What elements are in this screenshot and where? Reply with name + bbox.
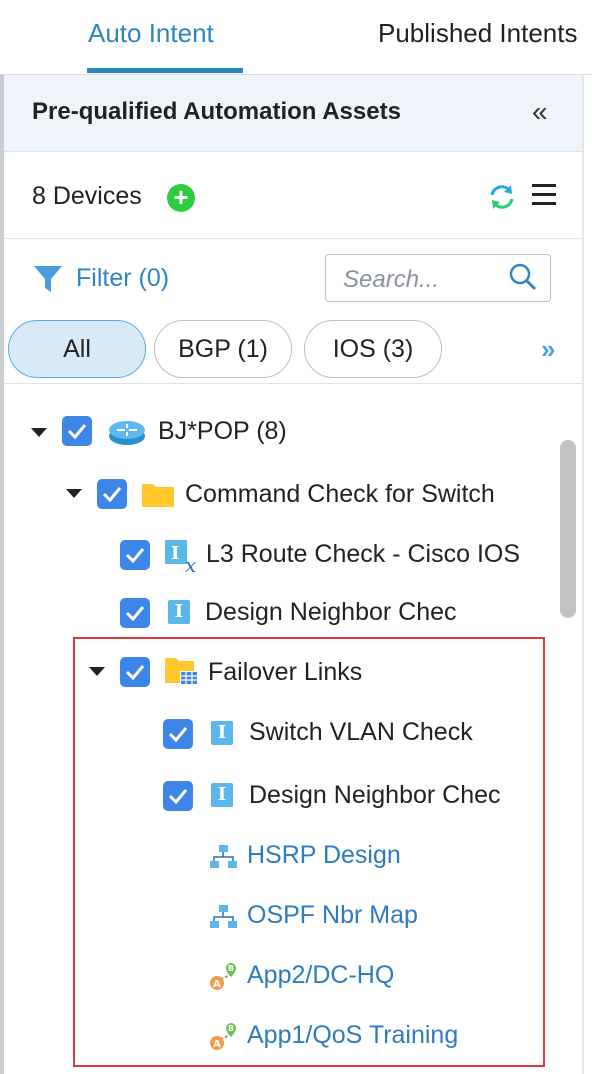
router-icon [107, 417, 147, 452]
tree-link[interactable]: App1/QoS Training [247, 1021, 458, 1050]
item-checkbox[interactable] [163, 781, 193, 811]
intent-x-icon: Ix [165, 538, 203, 579]
group-checkbox[interactable] [120, 657, 150, 687]
group-checkbox[interactable] [97, 479, 127, 509]
search-icon[interactable] [508, 262, 538, 297]
devices-count: 8 Devices [32, 182, 142, 210]
tab-published-intents[interactable]: Published Intents [378, 18, 577, 49]
tree-group-label[interactable]: Command Check for Switch [185, 480, 495, 509]
window-edge [0, 0, 4, 1074]
panel-title: Pre-qualified Automation Assets [32, 98, 401, 125]
collapse-panel-button[interactable]: « [532, 96, 548, 128]
svg-text:x: x [185, 553, 196, 574]
filter-link[interactable]: Filter (0) [76, 264, 169, 293]
tree-item-label[interactable]: L3 Route Check - Cisco IOS [206, 540, 520, 569]
item-checkbox[interactable] [120, 598, 150, 628]
folder-table-icon [164, 656, 200, 693]
topology-icon [208, 903, 238, 936]
panel-right-divider [582, 74, 584, 1074]
folder-icon [141, 480, 174, 507]
path-icon: AB [208, 961, 240, 996]
devices-divider [4, 238, 582, 239]
intent-icon: I [211, 721, 233, 745]
expand-arrow-icon[interactable] [89, 667, 105, 676]
pill-ios[interactable]: IOS (3) [304, 320, 442, 378]
tree-item-label[interactable]: Switch VLAN Check [249, 718, 473, 747]
path-icon: AB [208, 1021, 240, 1056]
tree-item-label[interactable]: Design Neighbor Chec [249, 781, 501, 810]
pills-divider [4, 383, 582, 384]
pill-bgp[interactable]: BGP (1) [154, 320, 292, 378]
root-checkbox[interactable] [62, 416, 92, 446]
svg-text:A: A [213, 979, 221, 990]
header-divider [4, 151, 582, 152]
svg-text:B: B [228, 964, 234, 973]
menu-icon[interactable] [532, 184, 556, 211]
refresh-icon[interactable] [487, 182, 517, 219]
item-checkbox[interactable] [120, 540, 150, 570]
more-pills-icon[interactable]: » [541, 334, 555, 365]
add-device-button[interactable]: + [167, 184, 195, 212]
expand-arrow-icon[interactable] [66, 489, 82, 498]
intent-icon: I [168, 600, 190, 624]
active-tab-indicator [87, 68, 243, 73]
svg-text:B: B [228, 1024, 234, 1033]
tab-auto-intent[interactable]: Auto Intent [88, 18, 214, 49]
search-placeholder: Search... [343, 266, 440, 293]
tree-link[interactable]: OSPF Nbr Map [247, 901, 418, 930]
svg-text:A: A [213, 1039, 221, 1050]
tree-link[interactable]: App2/DC-HQ [247, 961, 394, 990]
tree-group-label[interactable]: Failover Links [208, 658, 362, 687]
expand-arrow-icon[interactable] [31, 428, 47, 437]
intent-icon: I [211, 783, 233, 807]
tree-root-label[interactable]: BJ*POP (8) [158, 417, 287, 446]
pill-all[interactable]: All [8, 320, 146, 378]
tree-scrollbar[interactable] [560, 440, 576, 618]
svg-text:I: I [171, 543, 179, 564]
item-checkbox[interactable] [163, 719, 193, 749]
tree-item-label[interactable]: Design Neighbor Chec [205, 598, 457, 627]
topology-icon [208, 843, 238, 876]
filter-icon[interactable] [33, 264, 63, 299]
tree-link[interactable]: HSRP Design [247, 841, 401, 870]
